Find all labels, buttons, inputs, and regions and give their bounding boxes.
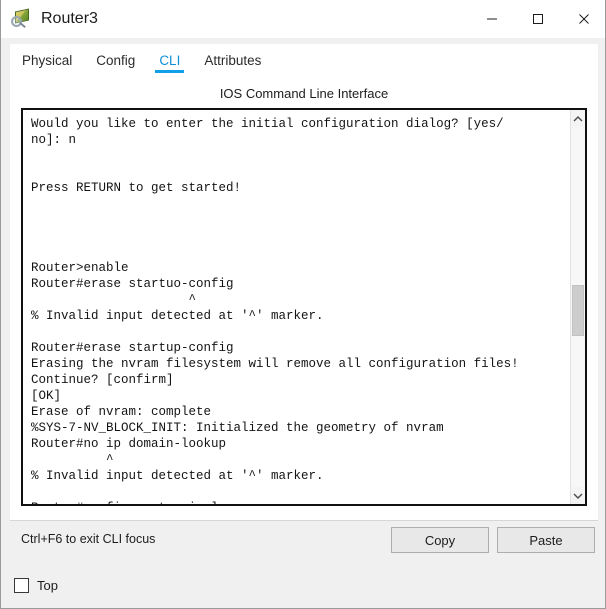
tab-physical-label: Physical <box>22 53 73 68</box>
close-icon <box>579 14 589 24</box>
terminal-line: % Invalid input detected at '^' marker. <box>31 469 324 483</box>
terminal-line: Erasing the nvram filesystem will remove… <box>31 357 519 371</box>
tab-attributes-label: Attributes <box>204 53 262 68</box>
terminal-scrollbar[interactable] <box>570 110 585 504</box>
scroll-up-button[interactable] <box>571 110 585 127</box>
chevron-down-icon <box>573 493 583 499</box>
cli-panel: IOS Command Line Interface Would you lik… <box>10 80 598 520</box>
top-checkbox-label: Top <box>37 578 58 593</box>
paste-button-label: Paste <box>529 532 563 548</box>
terminal-line: Router#no ip domain-lookup <box>31 437 227 451</box>
terminal-line: Press RETURN to get started! <box>31 181 242 195</box>
minimize-button[interactable] <box>469 0 515 38</box>
terminal-line: Would you like to enter the initial conf… <box>31 117 504 131</box>
terminal-output[interactable]: Would you like to enter the initial conf… <box>23 110 570 504</box>
terminal-line: Continue? [confirm] <box>31 373 174 387</box>
top-checkbox[interactable] <box>14 578 29 593</box>
cli-panel-header: IOS Command Line Interface <box>219 86 389 101</box>
top-checkbox-row[interactable]: Top <box>14 578 58 593</box>
terminal-line: % Invalid input detected at '^' marker. <box>31 309 324 323</box>
tab-cli[interactable]: CLI <box>147 44 192 78</box>
terminal-line: [OK] <box>31 389 62 403</box>
focus-hint-text: Ctrl+F6 to exit CLI focus <box>21 532 156 546</box>
scroll-down-button[interactable] <box>571 487 585 504</box>
router-cli-window: Router3 Physical Config CLI Attributes I… <box>0 0 606 609</box>
terminal-line: no]: n <box>31 133 77 147</box>
terminal-line: Router#erase startup-config <box>31 341 234 355</box>
window-title: Router3 <box>41 10 98 27</box>
router-device-icon <box>11 8 33 30</box>
terminal-line: ^ <box>31 293 197 307</box>
terminal-line: %SYS-7-NV_BLOCK_INIT: Initialized the ge… <box>31 421 444 435</box>
cli-bottom-bar: Ctrl+F6 to exit CLI focus Copy Paste <box>10 520 598 560</box>
terminal-line: Router>enable <box>31 261 129 275</box>
tab-config[interactable]: Config <box>84 44 147 78</box>
terminal-line: Router#configure terminal <box>31 500 570 504</box>
terminal-line: ^ <box>31 453 114 467</box>
paste-button[interactable]: Paste <box>497 527 595 553</box>
tab-strip: Physical Config CLI Attributes <box>10 44 598 80</box>
maximize-button[interactable] <box>515 0 561 38</box>
copy-button[interactable]: Copy <box>391 527 489 553</box>
scrollbar-track[interactable] <box>571 127 585 487</box>
terminal-container: Would you like to enter the initial conf… <box>21 108 587 506</box>
chevron-up-icon <box>573 115 583 121</box>
copy-button-label: Copy <box>424 532 456 548</box>
window-controls <box>469 0 605 38</box>
tab-physical[interactable]: Physical <box>10 44 84 78</box>
title-bar: Router3 <box>1 0 605 38</box>
active-tab-indicator <box>155 70 185 73</box>
close-button[interactable] <box>561 0 605 38</box>
terminal-line: Erase of nvram: complete <box>31 405 212 419</box>
tab-config-label: Config <box>96 53 136 68</box>
tab-attributes[interactable]: Attributes <box>192 44 273 78</box>
window-footer: Top <box>1 566 605 608</box>
minimize-icon <box>487 18 497 20</box>
terminal-line: Router#erase startuo-config <box>31 277 234 291</box>
tab-cli-label: CLI <box>159 53 181 68</box>
scrollbar-thumb[interactable] <box>572 285 584 336</box>
maximize-icon <box>533 14 543 24</box>
